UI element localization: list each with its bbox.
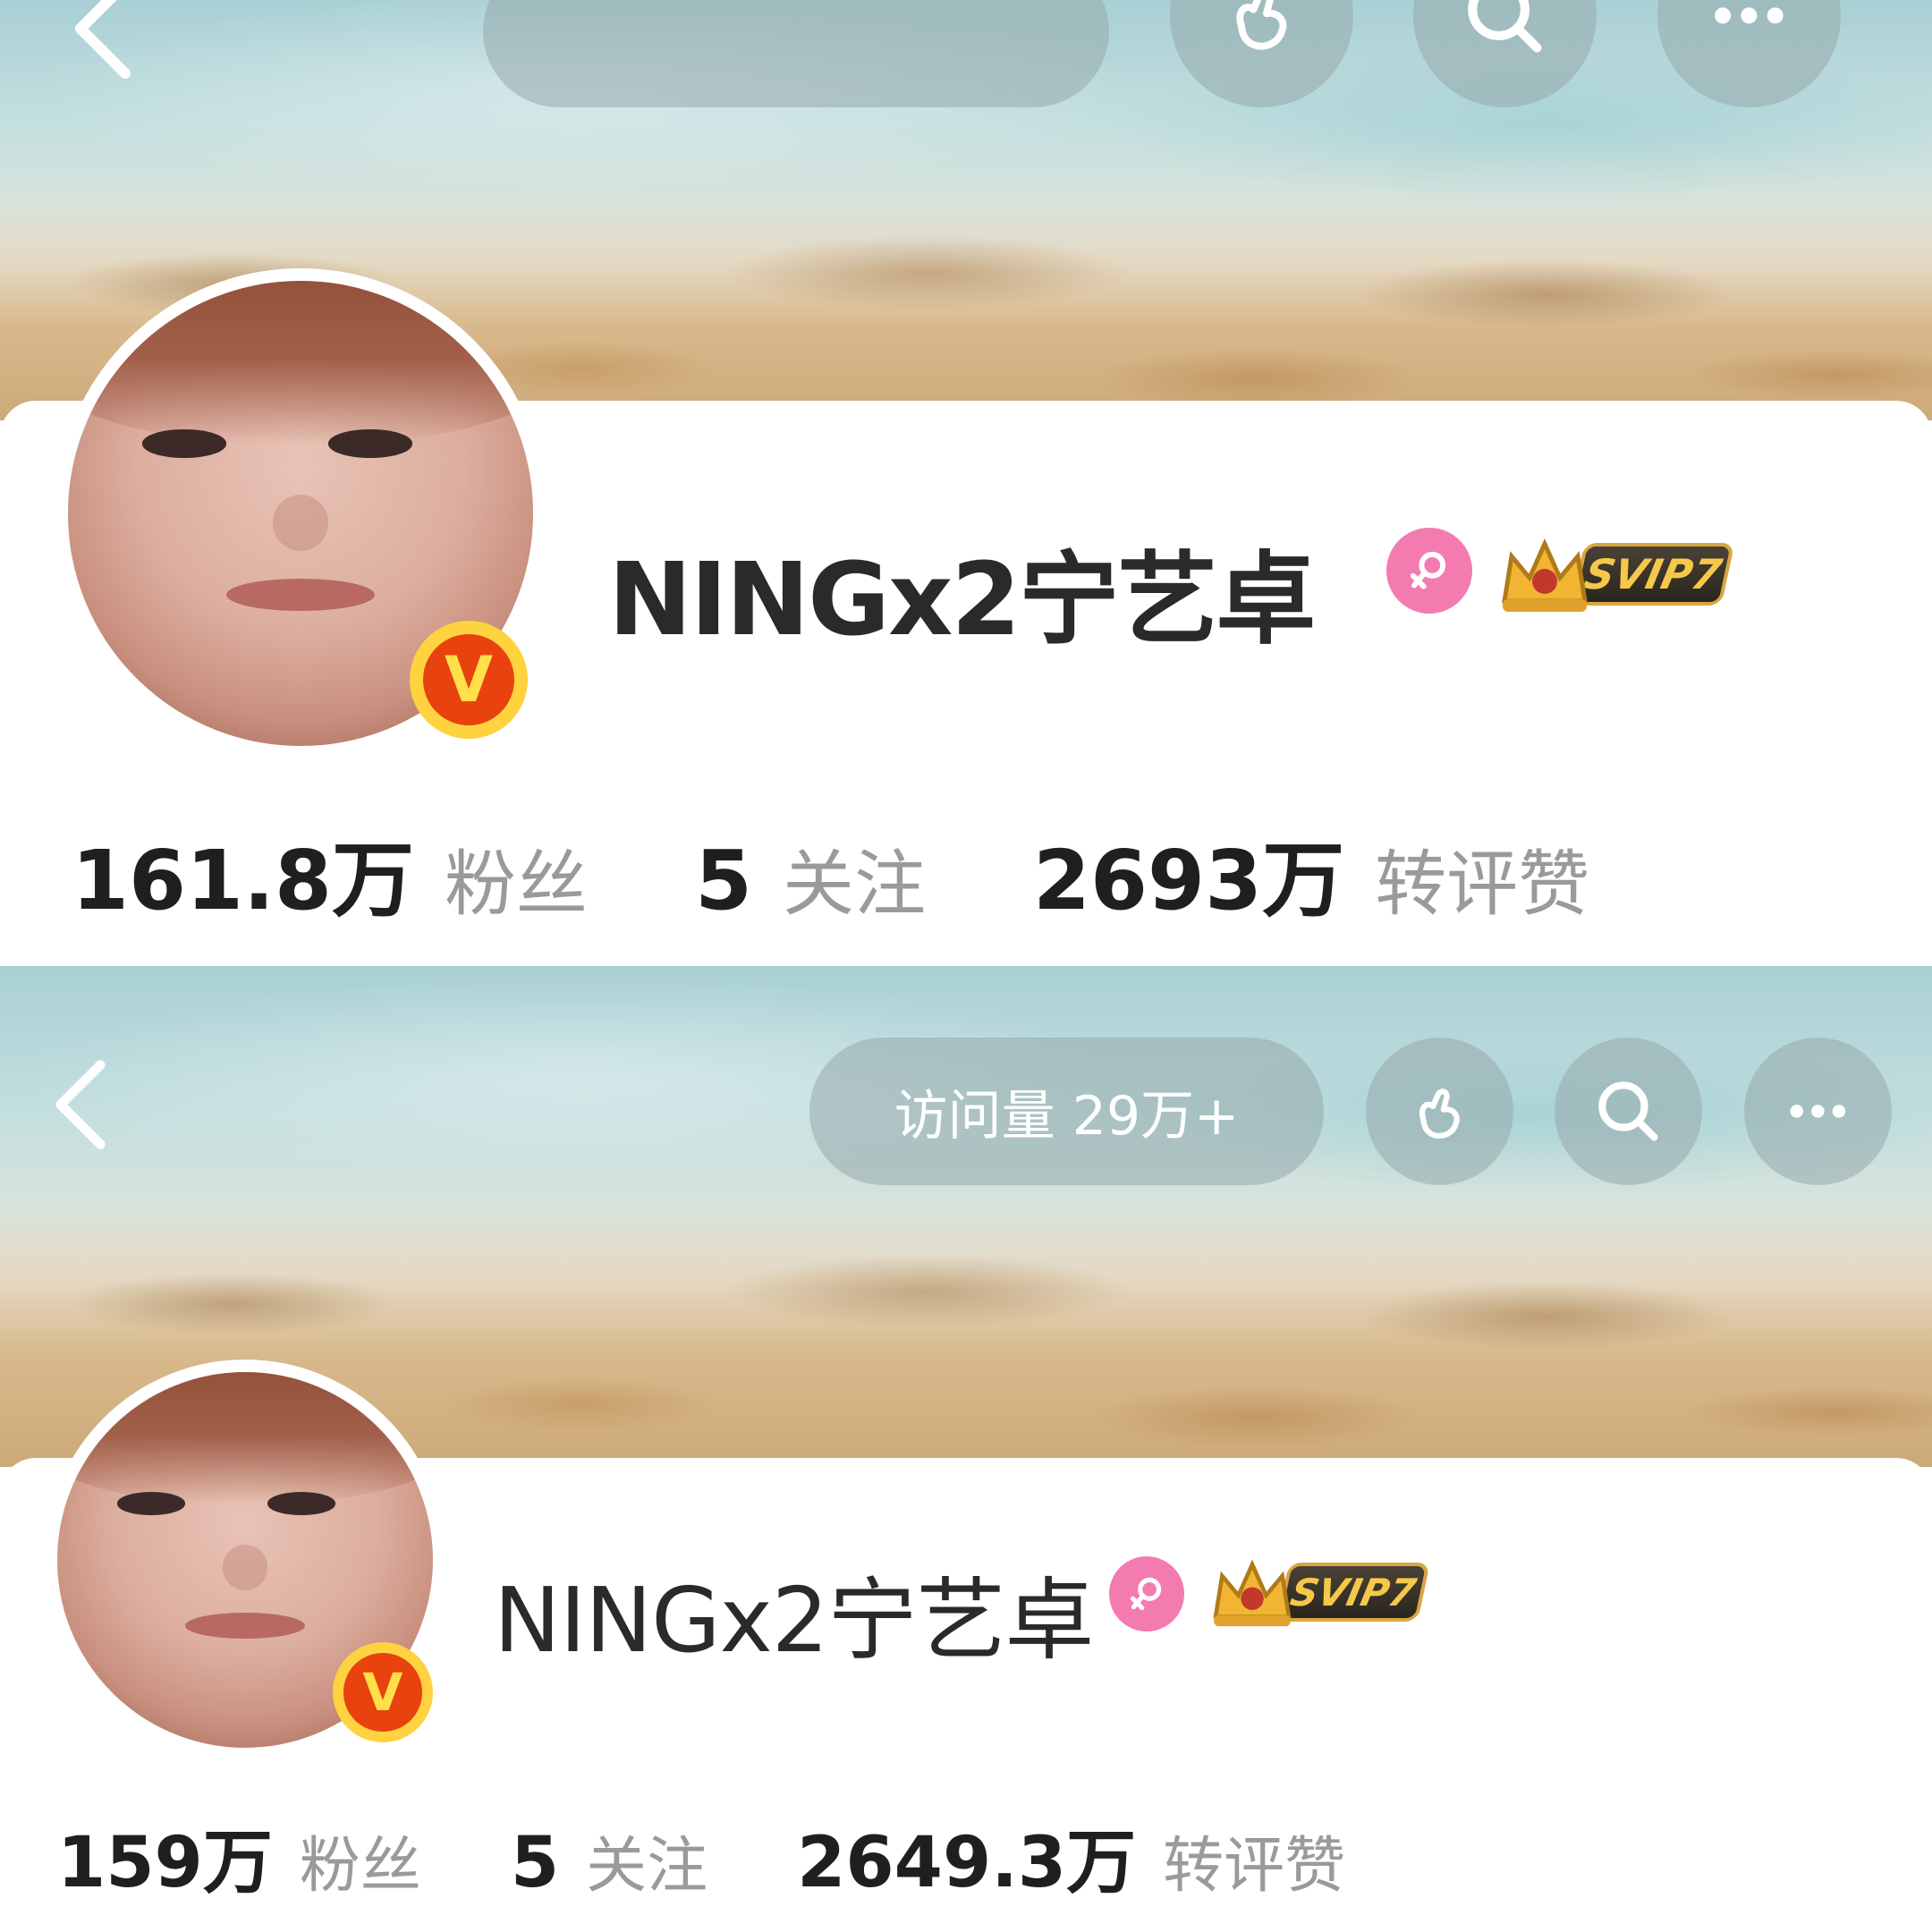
visits-pill[interactable] <box>483 0 1109 107</box>
stat-following-value: 5 <box>695 833 753 928</box>
stat-interactions-value: 2649.3万 <box>797 1823 1137 1903</box>
more-icon <box>1790 1105 1846 1118</box>
visits-pill[interactable]: 访问量 29万+ <box>809 1038 1324 1185</box>
stat-followers[interactable]: 159万 粉丝 <box>57 1807 421 1907</box>
search-icon <box>1468 0 1542 53</box>
svip-badge[interactable]: SVIP7 <box>1496 531 1735 617</box>
finger-heart-icon <box>1419 1089 1460 1140</box>
stat-followers-value: 161.8万 <box>72 833 415 928</box>
profile-stats: 161.8万 粉丝 5 关注 2693万 转评赞 <box>72 814 1697 933</box>
stat-interactions-label: 转评赞 <box>1375 843 1590 926</box>
stat-following-label: 关注 <box>586 1831 708 1902</box>
verified-badge-label: V <box>422 633 515 726</box>
stat-followers-label: 粉丝 <box>445 843 589 926</box>
back-icon[interactable] <box>63 0 143 82</box>
svip-label: SVIP7 <box>1571 543 1735 606</box>
stat-interactions-value: 2693万 <box>1033 833 1345 928</box>
female-icon <box>1109 1556 1184 1631</box>
svip-badge[interactable]: SVIP7 <box>1208 1553 1431 1631</box>
crown-icon <box>1502 538 1588 612</box>
female-icon <box>1386 528 1472 614</box>
stat-followers-label: 粉丝 <box>299 1831 421 1902</box>
svip-label: SVIP7 <box>1275 1563 1431 1622</box>
stat-followers[interactable]: 161.8万 粉丝 <box>72 814 588 933</box>
back-icon[interactable] <box>45 1055 116 1154</box>
finger-heart-icon <box>1236 0 1287 50</box>
profile-panel-top: V NINGx2宁艺卓 SVIP7 161.8万 粉丝 5 关注 2693万 转… <box>0 0 1932 966</box>
comparison-screenshot: V NINGx2宁艺卓 SVIP7 161.8万 粉丝 5 关注 2693万 转… <box>0 0 1932 1932</box>
finger-heart-button[interactable] <box>1366 1038 1513 1185</box>
stat-following-label: 关注 <box>783 843 927 926</box>
stat-followers-value: 159万 <box>57 1823 273 1903</box>
username: NINGx2宁艺卓 <box>608 542 1316 658</box>
profile-stats: 159万 粉丝 5 关注 2649.3万 转评赞 <box>57 1807 1435 1907</box>
stat-interactions[interactable]: 2649.3万 转评赞 <box>797 1807 1345 1907</box>
profile-panel-bottom: 访问量 29万+ V NINGx2宁艺卓 SVIP7 159万 粉丝 5 关注 … <box>0 966 1932 1932</box>
stat-interactions-label: 转评赞 <box>1163 1831 1346 1902</box>
crown-icon <box>1213 1559 1292 1627</box>
visits-pill-label: 访问量 29万+ <box>894 1085 1240 1148</box>
more-button[interactable] <box>1744 1038 1892 1185</box>
verified-badge-label: V <box>343 1653 422 1732</box>
stat-interactions[interactable]: 2693万 转评赞 <box>1033 814 1589 933</box>
verified-badge: V <box>410 621 528 739</box>
search-button[interactable] <box>1555 1038 1702 1185</box>
stat-following-value: 5 <box>510 1823 560 1903</box>
stat-following[interactable]: 5 关注 <box>695 826 926 930</box>
username: NINGx2宁艺卓 <box>494 1568 1094 1673</box>
stat-following[interactable]: 5 关注 <box>511 1816 708 1904</box>
verified-badge: V <box>333 1642 433 1742</box>
more-icon <box>1715 7 1784 24</box>
search-icon <box>1598 1081 1658 1141</box>
